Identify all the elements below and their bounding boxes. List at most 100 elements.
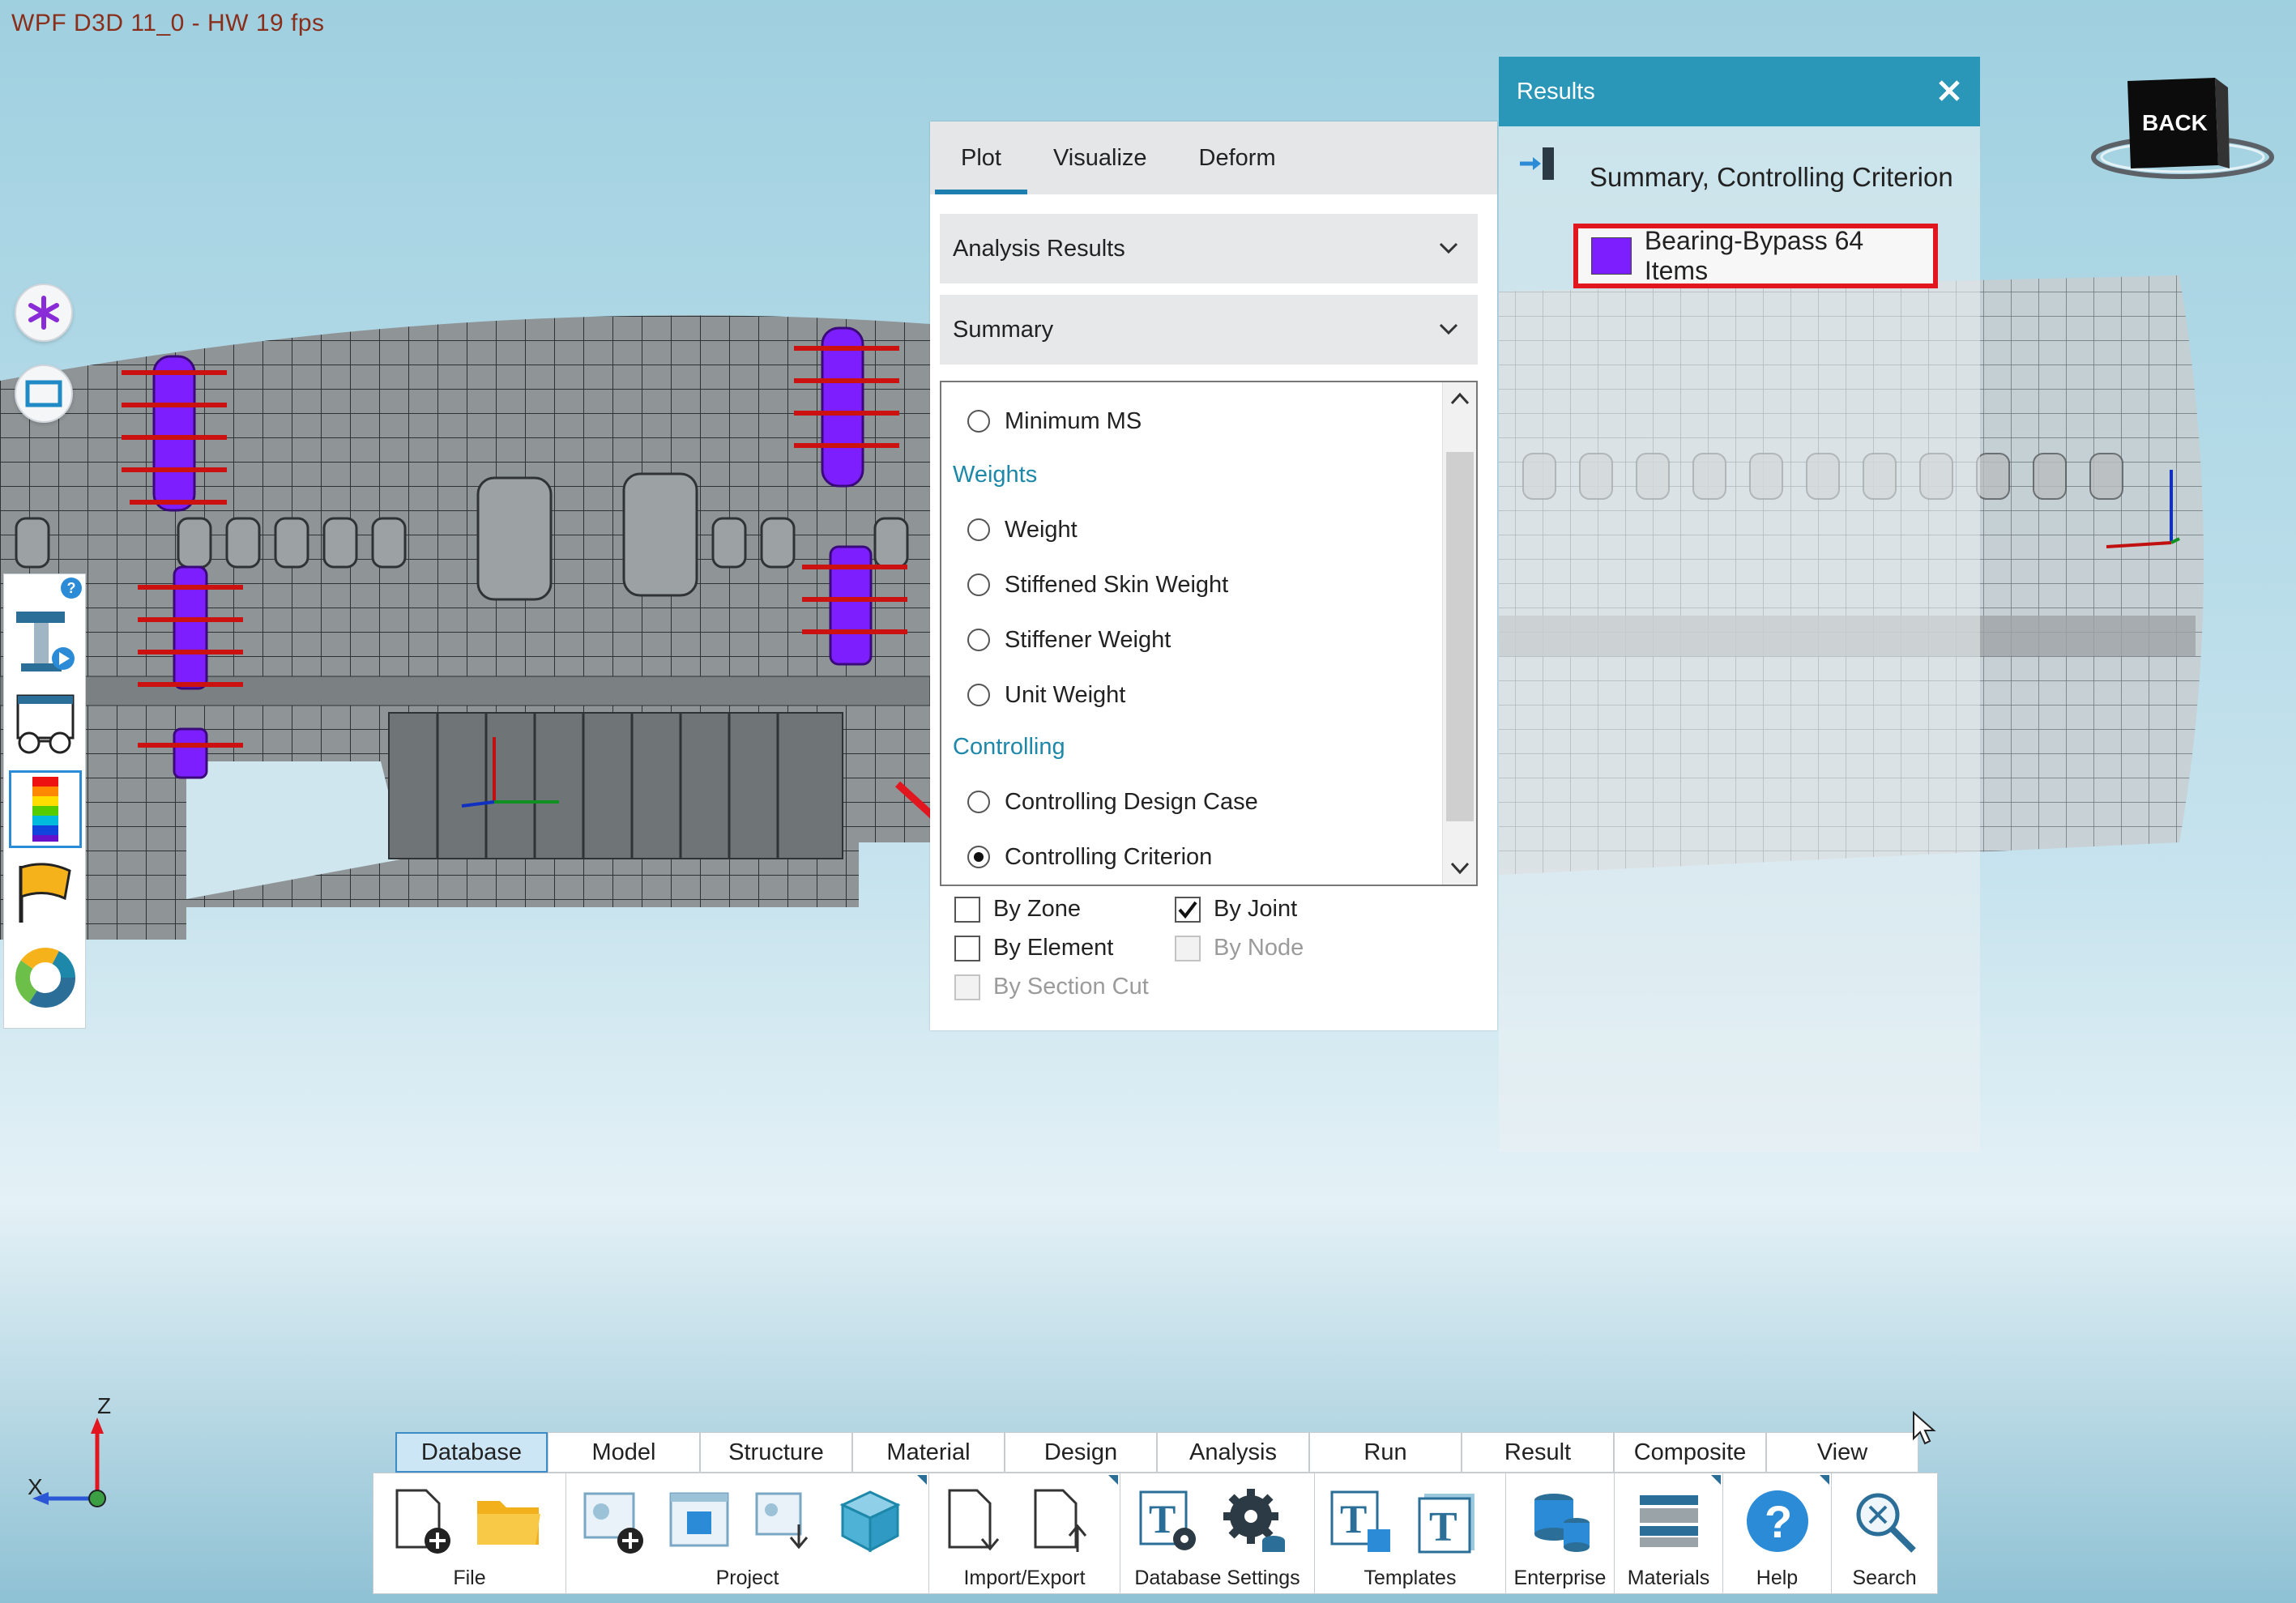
tab-analysis[interactable]: Analysis xyxy=(1157,1432,1309,1473)
search-button[interactable] xyxy=(1848,1485,1921,1558)
legend-label: Bearing-Bypass 64 Items xyxy=(1644,226,1864,285)
tab-composite[interactable]: Composite xyxy=(1614,1432,1766,1473)
analysis-results-dropdown[interactable]: Analysis Results xyxy=(940,214,1478,284)
rectangle-icon xyxy=(25,380,62,407)
results-summary: Summary, Controlling Criterion xyxy=(1590,162,1953,192)
enterprise-button[interactable] xyxy=(1524,1485,1597,1558)
dock-arrow-icon[interactable] xyxy=(1517,144,1559,183)
check-label: By Element xyxy=(993,935,1114,961)
tab-result[interactable]: Result xyxy=(1462,1432,1614,1473)
open-file-button[interactable] xyxy=(472,1485,545,1558)
glasses-view-tool[interactable] xyxy=(9,686,82,764)
summary-dropdown[interactable]: Summary xyxy=(940,295,1478,365)
tab-design[interactable]: Design xyxy=(1005,1432,1157,1473)
check-by-element[interactable]: By Element xyxy=(954,935,1113,961)
option-weight[interactable]: Weight xyxy=(967,507,1078,552)
tab-plot[interactable]: Plot xyxy=(935,122,1027,194)
database-settings-gear-button[interactable] xyxy=(1218,1485,1291,1558)
radio-button[interactable] xyxy=(967,629,990,651)
ribbon-group-search: Search xyxy=(1832,1473,1937,1593)
check-by-zone[interactable]: By Zone xyxy=(954,896,1081,923)
checkbox[interactable] xyxy=(954,935,980,961)
option-controlling-criterion[interactable]: Controlling Criterion xyxy=(967,834,1212,880)
option-unit-weight[interactable]: Unit Weight xyxy=(967,672,1125,718)
tab-run[interactable]: Run xyxy=(1309,1432,1462,1473)
tab-database[interactable]: Database xyxy=(395,1432,548,1473)
view-cube-back-label[interactable]: BACK xyxy=(2142,110,2208,136)
donut-chart-tool[interactable] xyxy=(9,939,82,1017)
plot-options-list: Minimum MS Weights Weight Stiffened Skin… xyxy=(940,381,1478,886)
ribbon-group-label: File xyxy=(453,1567,486,1589)
radio-button-selected[interactable] xyxy=(967,846,990,868)
check-label: By Joint xyxy=(1214,896,1298,922)
checkbox[interactable] xyxy=(954,896,980,923)
check-by-joint[interactable]: By Joint xyxy=(1175,896,1297,923)
tab-deform[interactable]: Deform xyxy=(1173,122,1302,194)
option-label: Stiffened Skin Weight xyxy=(1005,571,1229,598)
scroll-down-icon[interactable] xyxy=(1449,860,1470,876)
ribbon-group-label: Search xyxy=(1852,1567,1917,1589)
database-stack-icon xyxy=(1534,1494,1590,1552)
tab-material[interactable]: Material xyxy=(852,1432,1005,1473)
help-button[interactable]: ? xyxy=(1741,1485,1814,1558)
new-project-button[interactable] xyxy=(578,1485,651,1558)
export-icon xyxy=(1034,1489,1087,1552)
tab-visualize[interactable]: Visualize xyxy=(1027,122,1173,194)
database-settings-t-button[interactable]: T xyxy=(1132,1485,1205,1558)
help-icon: ? xyxy=(1747,1490,1808,1552)
template-button[interactable]: T xyxy=(1410,1485,1483,1558)
group-options-icon[interactable] xyxy=(1711,1475,1721,1485)
svg-text:T: T xyxy=(1149,1496,1176,1541)
materials-button[interactable] xyxy=(1632,1485,1705,1558)
asterisk-button[interactable] xyxy=(15,284,73,342)
checkbox-checked[interactable] xyxy=(1175,896,1201,923)
option-controlling-design-case[interactable]: Controlling Design Case xyxy=(967,779,1258,825)
view-cube[interactable]: BACK xyxy=(2085,76,2288,206)
flag-tool[interactable] xyxy=(9,855,82,932)
scroll-up-icon[interactable] xyxy=(1449,390,1470,407)
plot-panel: Plot Visualize Deform Analysis Results S… xyxy=(930,122,1497,1030)
radio-button[interactable] xyxy=(967,410,990,433)
project-download-button[interactable] xyxy=(749,1485,822,1558)
folder-icon xyxy=(477,1501,540,1545)
option-label: Minimum MS xyxy=(1005,407,1142,434)
gear-database-icon xyxy=(1223,1489,1285,1552)
template-icon: T xyxy=(1418,1494,1474,1554)
group-options-icon[interactable] xyxy=(1108,1475,1118,1485)
radio-button[interactable] xyxy=(967,518,990,541)
radio-button[interactable] xyxy=(967,684,990,706)
template-save-icon: T xyxy=(1330,1490,1390,1552)
option-stiffened-skin-weight[interactable]: Stiffened Skin Weight xyxy=(967,562,1228,608)
radio-button[interactable] xyxy=(967,573,990,596)
checkbox-disabled xyxy=(1175,935,1201,961)
tab-model[interactable]: Model xyxy=(548,1432,700,1473)
project-package-button[interactable] xyxy=(834,1485,907,1558)
ribbon-group-label: Database Settings xyxy=(1134,1567,1300,1589)
contour-tool[interactable] xyxy=(9,770,82,848)
group-options-icon[interactable] xyxy=(1820,1475,1829,1485)
hypersizer-tool[interactable] xyxy=(9,602,82,680)
radio-button[interactable] xyxy=(967,791,990,813)
new-file-button[interactable] xyxy=(385,1485,458,1558)
close-icon[interactable] xyxy=(1933,75,1965,107)
import-button[interactable] xyxy=(939,1485,1012,1558)
flag-icon xyxy=(19,863,71,923)
left-tool-strip: ? xyxy=(3,573,86,1029)
list-scrollbar[interactable] xyxy=(1442,382,1476,885)
package-box-icon xyxy=(839,1490,901,1553)
option-minimum-ms[interactable]: Minimum MS xyxy=(967,399,1142,444)
question-icon[interactable]: ? xyxy=(61,578,82,599)
template-save-button[interactable]: T xyxy=(1325,1485,1398,1558)
scroll-thumb[interactable] xyxy=(1446,452,1474,821)
group-options-icon[interactable] xyxy=(917,1475,927,1485)
axis-x-label: X xyxy=(28,1474,43,1499)
option-stiffener-weight[interactable]: Stiffener Weight xyxy=(967,617,1171,663)
check-label: By Node xyxy=(1214,935,1304,961)
tab-view[interactable]: View xyxy=(1766,1432,1918,1473)
tab-structure[interactable]: Structure xyxy=(700,1432,852,1473)
legend-item[interactable]: Bearing-Bypass 64 Items xyxy=(1573,224,1938,288)
view-frame-button[interactable] xyxy=(15,365,73,423)
export-button[interactable] xyxy=(1025,1485,1098,1558)
open-project-button[interactable] xyxy=(664,1485,736,1558)
ribbon-group-enterprise: Enterprise xyxy=(1506,1473,1615,1593)
